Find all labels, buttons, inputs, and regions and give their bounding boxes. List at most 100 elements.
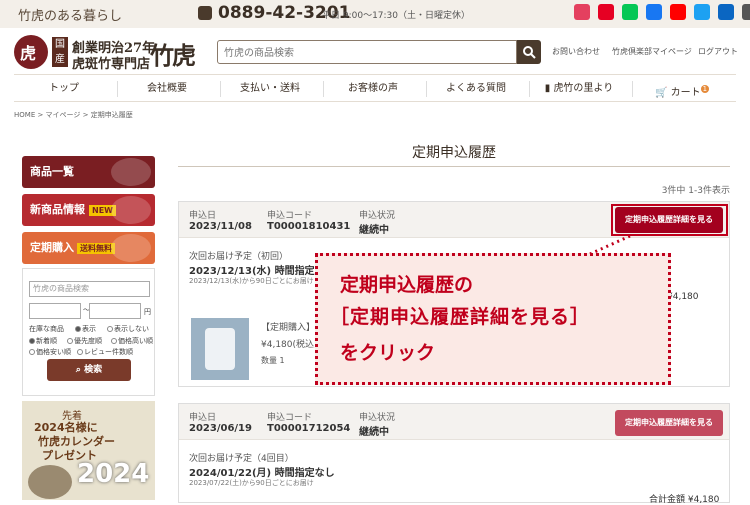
order-date: 2023/06/19	[189, 423, 252, 434]
sidebar-search-button-label: 検索	[84, 365, 103, 375]
stock-show[interactable]: 表示	[75, 324, 96, 334]
stock-label: 在庫な商品	[29, 325, 64, 333]
highlight-frame	[611, 204, 728, 236]
mail-icon[interactable]	[742, 4, 750, 20]
sort-price-high[interactable]: 価格高い順	[111, 336, 153, 346]
mypage-link[interactable]: 竹虎倶楽部マイページ	[612, 46, 692, 57]
search-icon	[523, 46, 536, 59]
order-status: 継続中	[359, 427, 389, 438]
next-delivery-label: 次回お届け予定（4回目）	[189, 451, 294, 464]
sidebar-sub-label: 定期購入	[30, 241, 74, 254]
nav-top[interactable]: トップ	[14, 75, 114, 103]
facebook-icon[interactable]	[646, 4, 662, 20]
sidebar-new-label: 新商品情報	[30, 203, 85, 216]
label-code: 申込コード	[267, 211, 313, 221]
nav-payment[interactable]: 支払い・送料	[220, 75, 320, 103]
title-divider	[178, 166, 730, 167]
next-delivery-label: 次回お届け予定（初回）	[189, 249, 288, 262]
next-delivery-date: 2023/12/13(水) 時間指定なし	[189, 266, 335, 277]
sort-new-label: 新着順	[36, 337, 57, 345]
logo-brush[interactable]: 竹虎	[150, 36, 196, 71]
sidebar-subscription[interactable]: 定期購入 送料無料	[22, 232, 155, 264]
order-card: 申込日 申込コード 申込状況 2023/06/19 T00001712054 継…	[178, 403, 730, 505]
search-box[interactable]	[217, 40, 517, 65]
nav-company[interactable]: 会社概要	[117, 75, 217, 103]
tiger-watermark-icon	[111, 196, 151, 224]
sort-new[interactable]: 新着順	[29, 336, 57, 346]
instruction-callout: 定期申込履歴の ［定期申込履歴詳細を見る］ をクリック	[315, 253, 671, 385]
nav-cart-label: カート	[670, 87, 701, 99]
price-min-input[interactable]	[29, 303, 81, 319]
item-name[interactable]: 【定期購入】	[261, 320, 315, 333]
order-total: ¥4,180	[667, 292, 699, 302]
page-title: 定期申込履歴	[412, 145, 496, 161]
nav-cart[interactable]: 🛒 カート 1	[632, 75, 732, 103]
nav-village-label: 虎竹の里より	[553, 83, 614, 94]
stock-hide[interactable]: 表示しない	[107, 324, 149, 334]
label-status: 申込状況	[359, 211, 396, 221]
tiger-watermark-icon	[111, 234, 151, 262]
sidebar-products-label: 商品一覧	[30, 165, 74, 178]
nav-voice[interactable]: お客様の声	[323, 75, 423, 103]
cart-icon: 🛒	[654, 87, 671, 99]
calendar-promo-banner[interactable]: 先着 2024名様に 竹虎カレンダー プレゼント 2024	[22, 401, 155, 500]
sidebar-search-box: 竹虎の商品検索 〜 円 在庫な商品 表示 表示しない 新着順 優先度順 価格高い…	[22, 268, 155, 396]
next-delivery-date: 2024/01/22(月) 時間指定なし	[189, 468, 335, 479]
free-shipping-badge: 送料無料	[77, 242, 115, 254]
order-total: 合計金額 ¥4,180	[649, 495, 720, 505]
tiger-watermark-icon	[111, 158, 151, 186]
sidebar-search-input[interactable]: 竹虎の商品検索	[29, 281, 150, 297]
next-label: 次回お届け予定	[189, 454, 253, 464]
youtube-icon[interactable]	[670, 4, 686, 20]
pinterest-icon[interactable]	[598, 4, 614, 20]
result-count: 3件中 1-3件表示	[661, 186, 730, 196]
sidebar-products[interactable]: 商品一覧	[22, 156, 155, 188]
business-hours: 平日 9:00〜17:30（土・日曜定休）	[322, 11, 471, 21]
label-code: 申込コード	[267, 413, 313, 423]
linkedin-icon[interactable]	[718, 4, 734, 20]
breadcrumb[interactable]: HOME > マイページ > 定期申込履歴	[14, 110, 133, 120]
product-thumbnail[interactable]	[191, 318, 249, 380]
nav-faq[interactable]: よくある質問	[426, 75, 526, 103]
stock-hide-label: 表示しない	[114, 325, 149, 333]
item-price: ¥4,180(税込)	[261, 340, 318, 350]
label-status: 申込状況	[359, 413, 396, 423]
label-date: 申込日	[189, 413, 217, 423]
twitter-icon[interactable]	[694, 4, 710, 20]
sort-reviews[interactable]: レビュー件数順	[77, 347, 133, 357]
callout-line3: をクリック	[340, 342, 436, 364]
line-icon[interactable]	[622, 4, 638, 20]
item-qty: 数量 1	[261, 356, 285, 365]
sort-priority-label: 優先度順	[74, 337, 102, 345]
search-icon: ⌕	[75, 365, 85, 375]
sidebar-new-products[interactable]: 新商品情報 NEW	[22, 194, 155, 226]
label-date: 申込日	[189, 211, 217, 221]
detail-button[interactable]: 定期申込履歴詳細を見る	[615, 410, 723, 436]
sort-price-low[interactable]: 価格安い順	[29, 347, 71, 357]
sidebar-search-button[interactable]: ⌕ 検索	[47, 359, 131, 381]
next-label: 次回お届け予定	[189, 252, 253, 262]
logo-line2: 虎斑竹専門店	[72, 57, 151, 72]
search-input[interactable]	[218, 42, 516, 65]
logout-link[interactable]: ログアウト	[698, 46, 738, 57]
price-unit: 円	[144, 308, 151, 316]
tagline: 竹虎のある暮らし	[18, 9, 123, 24]
price-max-input[interactable]	[89, 303, 141, 319]
sort-price-high-label: 価格高い順	[118, 337, 153, 345]
callout-line2: ［定期申込履歴詳細を見る］	[330, 306, 591, 328]
phone-icon	[198, 6, 212, 20]
instagram-icon[interactable]	[574, 4, 590, 20]
callout-connector	[589, 234, 631, 256]
delivery-note: 2023/07/22(土)から90日ごとにお届け	[189, 479, 314, 487]
search-button[interactable]	[517, 40, 541, 64]
contact-link[interactable]: お問い合わせ	[552, 46, 600, 57]
stock-show-label: 表示	[82, 325, 96, 333]
order-code: T00001810431	[267, 221, 351, 232]
delivery-note: 2023/12/13(水)から90日ごとにお届け	[189, 277, 314, 285]
logo-kanji: 虎	[20, 44, 37, 63]
order-code: T00001712054	[267, 423, 351, 434]
sort-priority[interactable]: 優先度順	[67, 336, 102, 346]
nav-village[interactable]: ▮ 虎竹の里より	[529, 75, 629, 103]
next-info: （4回目）	[252, 454, 294, 464]
order-date: 2023/11/08	[189, 221, 252, 232]
